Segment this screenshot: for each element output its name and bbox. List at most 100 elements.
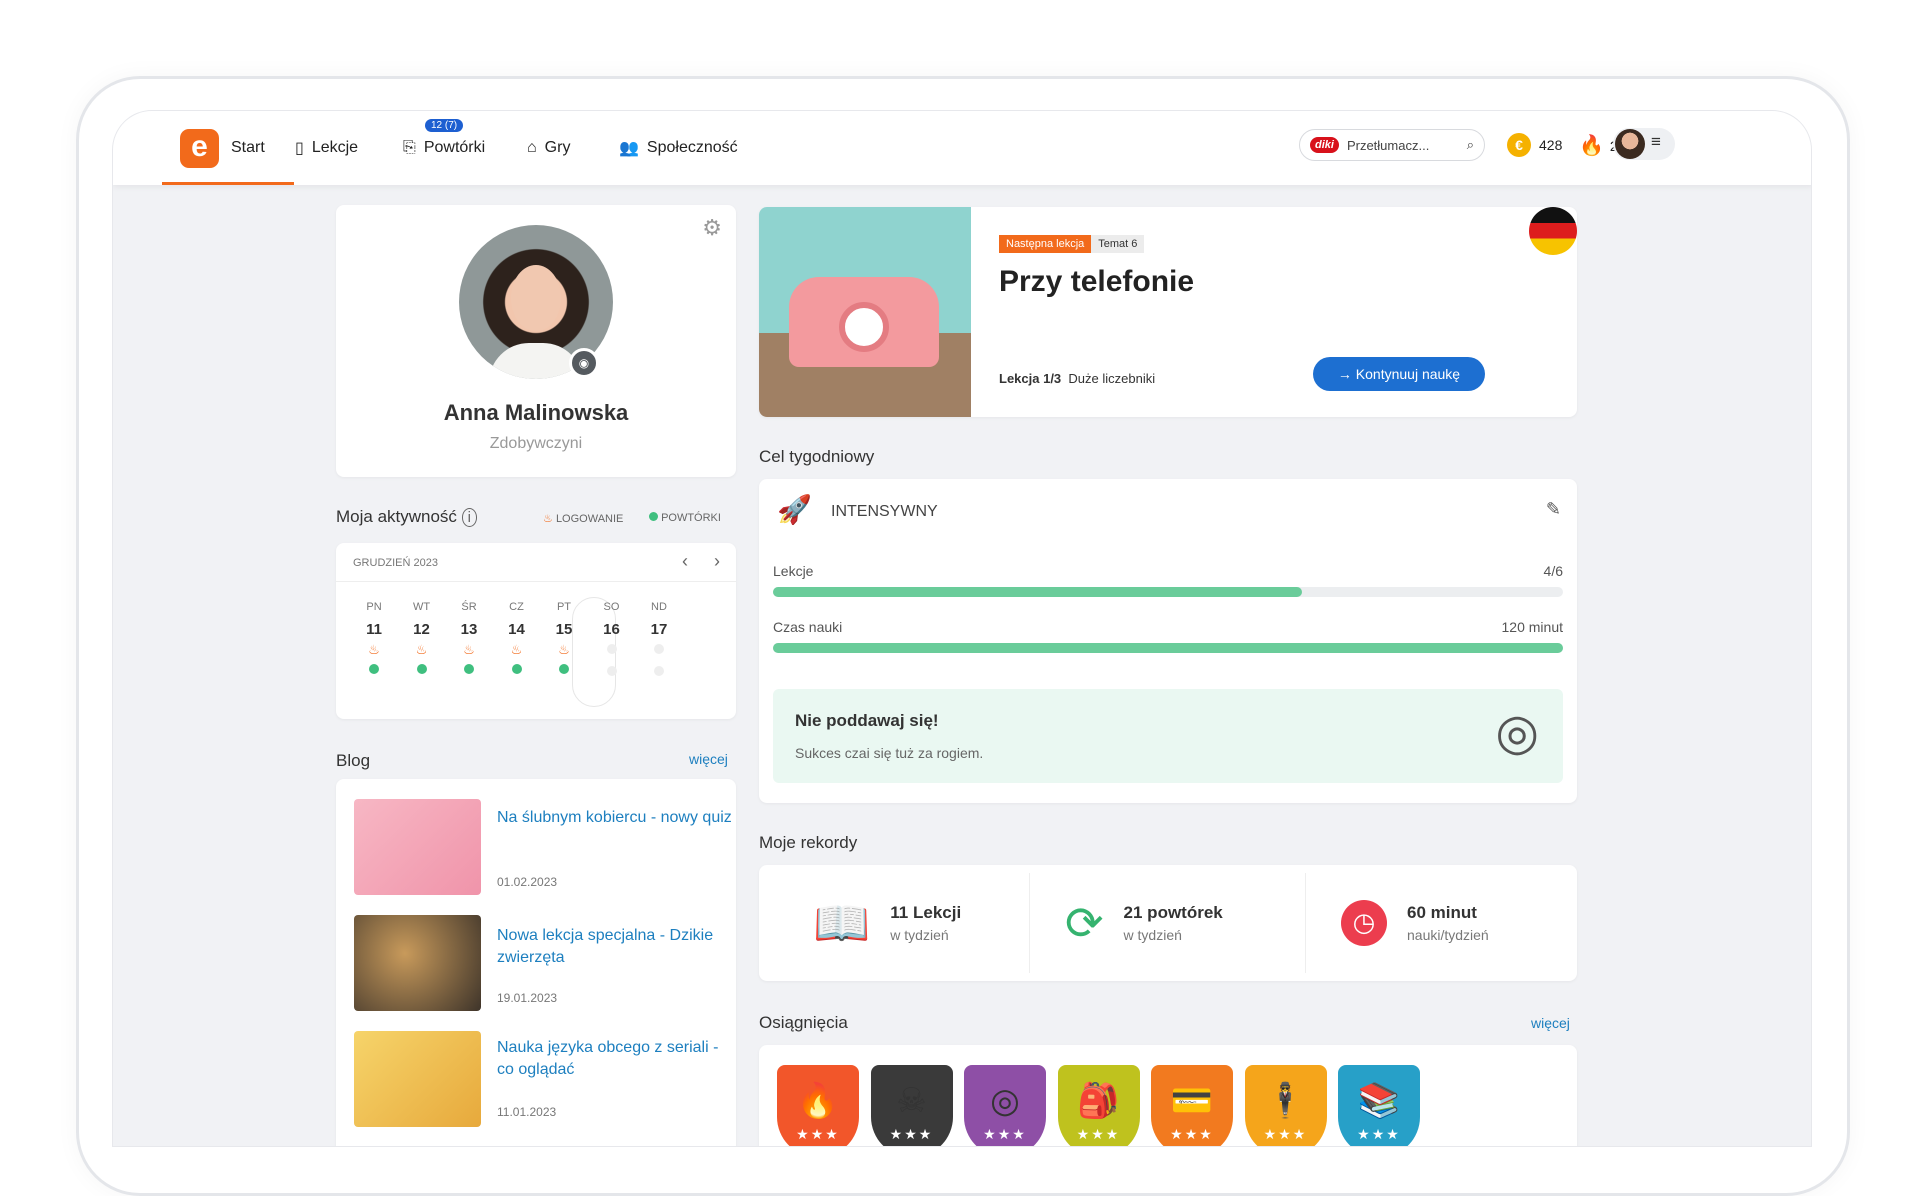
activity-calendar: GRUDZIEŃ 2023 ‹ › PN 11 ♨ WT 12 ♨ ŚR 13 ♨ CZ 14 ♨ PT… (336, 543, 736, 719)
calendar-day[interactable]: CZ 14 ♨ (497, 601, 537, 674)
profile-title: Zdobywczyni (489, 435, 583, 452)
goal-row-value: 4/6 (1543, 563, 1563, 579)
blog-post-date: 19.01.2023 (497, 991, 558, 1005)
badge-icon: ☠ (896, 1082, 927, 1120)
legend-reviews: POWTÓRKI (649, 512, 721, 524)
lesson-tags: Następna lekcja Temat 6 (999, 235, 1145, 253)
powtorki-badge: 12 (7) (425, 119, 464, 132)
active-tab-indicator (162, 182, 294, 185)
records-title: Moje rekordy (759, 833, 858, 852)
blog-post-date: 01.02.2023 (497, 875, 558, 889)
achievements-more-link[interactable]: więcej (1531, 1015, 1570, 1031)
flame-icon: ♨ (543, 513, 553, 525)
calendar-day[interactable]: WT 12 ♨ (402, 601, 442, 674)
record-reviews: ⟳ 21 powtórek w tydzień (1065, 897, 1223, 949)
calendar-day[interactable]: SO 16 (592, 601, 632, 676)
badge-icon: ◎ (990, 1082, 1020, 1120)
calendar-day[interactable]: ND 17 (639, 601, 679, 676)
day-number: 17 (650, 621, 668, 638)
lesson-progress: Lekcja 1/3 Duże liczebniki (999, 371, 1156, 386)
stars-icon: ★★★ (1170, 1126, 1214, 1142)
goal-row-label: Lekcje (773, 563, 814, 579)
login-flame-icon: ♨ (368, 642, 380, 657)
achievement-badge[interactable]: 🕴 ★★★ (1244, 1065, 1327, 1146)
achievement-badge[interactable]: 🔥 ★★★ (777, 1065, 859, 1146)
blog-post-title[interactable]: Na ślubnym kobiercu - nowy quiz (497, 807, 737, 829)
tip-title: Nie poddawaj się! (795, 711, 939, 730)
profile-name: Anna Malinowska (443, 400, 629, 425)
lesson-title: Przy telefonie (999, 265, 1195, 298)
info-icon[interactable]: i (461, 508, 478, 527)
stars-icon: ★★★ (983, 1126, 1027, 1142)
activity-title: Moja aktywność i (336, 507, 478, 527)
target-icon: ◎ (1495, 704, 1539, 760)
achievements-card: 🔥 ★★★ ☠ ★★★ ◎ ★★★ 🎒 ★★★ 💳 ★★★ 🕴 ★★★ 📚 ★★★ (759, 1045, 1577, 1146)
chevron-left-icon[interactable]: ‹ (682, 551, 688, 572)
open-book-icon: 📖 (813, 896, 871, 949)
chevron-right-icon[interactable]: › (714, 551, 720, 572)
calendar-day[interactable]: PN 11 ♨ (354, 601, 394, 674)
app-logo[interactable]: e (180, 129, 219, 168)
day-name: ND (651, 601, 667, 613)
nav-lekcje-label: Lekcje (311, 139, 359, 156)
flame-icon: 🔥 (1579, 135, 1604, 157)
nav-spolecznosc[interactable]: 👥 Społeczność (619, 111, 738, 185)
day-number: 13 (460, 621, 478, 638)
blog-more-link[interactable]: więcej (689, 751, 728, 767)
weekly-goal-card: 🚀 INTENSYWNY ✎ Lekcje 4/6 Czas nauki 120… (759, 479, 1577, 803)
top-bar: e Start ▯ Lekcje ⎘ Powtórki 12 (7) ⌂ Gry 👥 S… (113, 111, 1811, 185)
tip-text: Sukces czai się tuż za rogiem. (795, 745, 984, 761)
blog-post-title[interactable]: Nauka języka obcego z seriali - co ogląd… (497, 1037, 737, 1081)
dot-icon (649, 512, 658, 521)
achievement-badge[interactable]: 🎒 ★★★ (1057, 1065, 1140, 1146)
profile-card: ⚙ ◉ Anna Malinowska Zdobywczyni (336, 205, 736, 477)
coins-counter[interactable]: € 428 (1507, 133, 1562, 157)
calendar-day[interactable]: ŚR 13 ♨ (449, 601, 489, 674)
achievement-badge[interactable]: 📚 ★★★ (1338, 1065, 1420, 1146)
day-name: PT (556, 601, 572, 613)
calendar-day[interactable]: PT 15 ♨ (544, 601, 584, 674)
day-number: 16 (603, 621, 620, 638)
time-progress-bar (773, 643, 1563, 653)
nav-gry[interactable]: ⌂ Gry (527, 111, 570, 185)
blog-image-leopard[interactable] (354, 915, 481, 1011)
german-flag-icon (1529, 207, 1577, 255)
review-dot (511, 664, 522, 674)
gear-icon[interactable]: ⚙ (702, 215, 722, 241)
blog-post-title[interactable]: Nowa lekcja specjalna - Dzikie zwierzęta (497, 925, 737, 969)
goal-row-label: Czas nauki (773, 619, 843, 635)
pencil-icon[interactable]: ✎ (1546, 499, 1561, 520)
search-placeholder: Przetłumacz... (1346, 137, 1430, 153)
badge-icon: 📚 (1357, 1082, 1401, 1120)
achievement-badge[interactable]: 💳 ★★★ (1151, 1065, 1233, 1146)
nav-start[interactable]: Start (231, 111, 265, 185)
legend-login: ♨ LOGOWANIE (543, 513, 624, 525)
day-number: 12 (413, 621, 430, 638)
day-number: 11 (366, 621, 382, 638)
blog-image-tv[interactable] (354, 1031, 481, 1127)
lesson-image-telephone (759, 207, 971, 417)
badge-icon: 🔥 (796, 1082, 840, 1120)
blog-image-bride[interactable] (354, 799, 481, 895)
user-menu[interactable]: ≡ (1613, 128, 1675, 160)
nav-start-label: Start (231, 139, 265, 156)
achievement-badge[interactable]: ☠ ★★★ (870, 1065, 953, 1146)
coin-icon: € (1507, 133, 1531, 157)
stars-icon: ★★★ (1076, 1126, 1121, 1142)
review-dot (464, 664, 474, 674)
review-dot (606, 666, 617, 676)
arrow-right-icon: → (1337, 366, 1352, 382)
translator-search[interactable]: diki Przetłumacz... ⌕ (1299, 129, 1485, 161)
lessons-progress-fill (773, 587, 1303, 597)
day-name: PN (366, 601, 382, 613)
goal-row-value: 120 minut (1501, 619, 1563, 635)
nav-lekcje[interactable]: ▯ Lekcje (295, 111, 358, 185)
time-progress-fill (773, 643, 1563, 653)
coins-value: 428 (1539, 137, 1563, 153)
continue-button[interactable]: → Kontynuuj naukę (1313, 357, 1485, 391)
login-flame-icon (592, 644, 632, 660)
day-name: CZ (509, 601, 524, 613)
record-minutes: ◷ 60 minut nauki/tydzień (1341, 865, 1489, 981)
camera-icon[interactable]: ◉ (569, 348, 599, 378)
achievement-badge[interactable]: ◎ ★★★ (964, 1065, 1046, 1146)
